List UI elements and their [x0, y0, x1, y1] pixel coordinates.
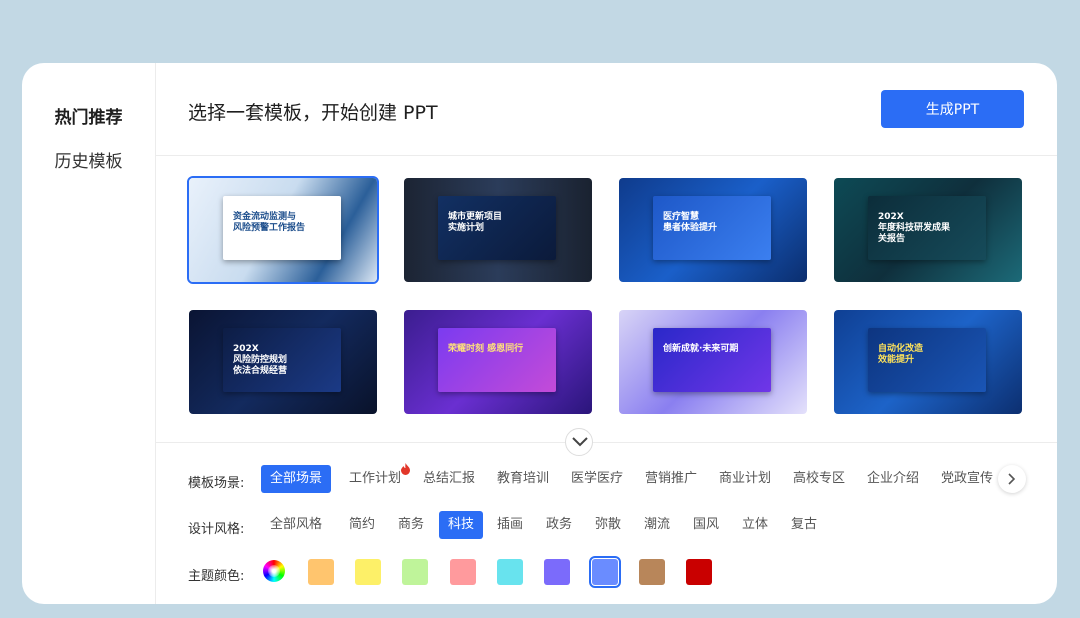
- color-swatch[interactable]: [450, 559, 476, 585]
- template-title: 城市更新项目 实施计划: [448, 212, 503, 233]
- chevron-down-icon: [572, 437, 588, 447]
- sidebar: 热门推荐 历史模板: [22, 63, 156, 604]
- style-chip[interactable]: 政务: [537, 511, 581, 539]
- scene-chip[interactable]: 党政宣传: [932, 465, 1002, 493]
- chevron-right-icon: [1008, 473, 1016, 485]
- template-title: 资金流动监测与 风险预警工作报告: [233, 212, 306, 233]
- main-content: 选择一套模板，开始创建 PPT 生成PPT 资金流动监测与 风险预警工作报告 城…: [156, 63, 1057, 604]
- template-title: 202X 年度科技研发成果 关报告: [878, 212, 951, 244]
- style-chip[interactable]: 全部风格: [261, 511, 331, 539]
- scene-chip[interactable]: 教育培训: [488, 465, 558, 493]
- sidebar-item-history[interactable]: 历史模板: [22, 147, 155, 172]
- template-card[interactable]: 医疗智慧 患者体验提升: [619, 178, 807, 282]
- scene-chip[interactable]: 全部场景: [261, 465, 332, 493]
- template-card[interactable]: 202X 风险防控规划 依法合规经营: [189, 310, 377, 414]
- divider: [156, 442, 1057, 443]
- color-swatch[interactable]: [639, 559, 665, 585]
- color-swatch[interactable]: [308, 559, 334, 585]
- expand-button[interactable]: [565, 428, 593, 456]
- template-title: 创新成就·未来可期: [663, 344, 739, 354]
- color-swatch[interactable]: [544, 559, 570, 585]
- color-swatch[interactable]: [589, 556, 621, 588]
- generate-ppt-button[interactable]: 生成PPT: [881, 90, 1024, 128]
- template-card[interactable]: 202X 年度科技研发成果 关报告: [834, 178, 1022, 282]
- style-chip[interactable]: 插画: [488, 511, 532, 539]
- template-card[interactable]: 荣耀时刻 感恩同行: [404, 310, 592, 414]
- style-chip[interactable]: 科技: [439, 511, 484, 539]
- template-title: 医疗智慧 患者体验提升: [663, 212, 718, 233]
- fire-icon: [401, 463, 410, 475]
- sidebar-item-hot[interactable]: 热门推荐: [22, 103, 155, 128]
- scene-chip[interactable]: 高校专区: [784, 465, 854, 493]
- style-chip[interactable]: 复古: [782, 511, 826, 539]
- style-chip[interactable]: 弥散: [586, 511, 630, 539]
- scroll-right-button[interactable]: [998, 465, 1026, 493]
- template-title: 自动化改造 效能提升: [878, 344, 924, 365]
- scene-filter-label: 模板场景:: [188, 476, 245, 491]
- color-swatch[interactable]: [497, 559, 523, 585]
- color-wheel-icon[interactable]: [263, 560, 285, 582]
- scene-chip[interactable]: 营销推广: [636, 465, 706, 493]
- template-card[interactable]: 城市更新项目 实施计划: [404, 178, 592, 282]
- template-panel: 热门推荐 历史模板 选择一套模板，开始创建 PPT 生成PPT 资金流动监测与 …: [22, 63, 1057, 604]
- page-title: 选择一套模板，开始创建 PPT: [188, 102, 438, 124]
- divider: [156, 155, 1057, 156]
- scene-chip[interactable]: 企业介绍: [858, 465, 928, 493]
- style-chip[interactable]: 简约: [340, 511, 384, 539]
- color-filter-label: 主题颜色:: [188, 569, 245, 584]
- template-card[interactable]: 自动化改造 效能提升: [834, 310, 1022, 414]
- color-swatch[interactable]: [402, 559, 428, 585]
- scene-chip[interactable]: 总结汇报: [414, 465, 484, 493]
- style-filter-label: 设计风格:: [188, 522, 245, 537]
- template-card[interactable]: 创新成就·未来可期: [619, 310, 807, 414]
- style-chip[interactable]: 立体: [733, 511, 777, 539]
- template-title: 202X 风险防控规划 依法合规经营: [233, 344, 288, 376]
- style-chip[interactable]: 潮流: [635, 511, 679, 539]
- style-chip[interactable]: 商务: [389, 511, 433, 539]
- color-swatch[interactable]: [355, 559, 381, 585]
- color-swatch[interactable]: [686, 559, 712, 585]
- template-card[interactable]: 资金流动监测与 风险预警工作报告: [187, 176, 379, 284]
- scene-chip[interactable]: 商业计划: [710, 465, 780, 493]
- scene-chip[interactable]: 医学医疗: [562, 465, 632, 493]
- template-title: 荣耀时刻 感恩同行: [448, 344, 524, 354]
- style-chip[interactable]: 国风: [684, 511, 728, 539]
